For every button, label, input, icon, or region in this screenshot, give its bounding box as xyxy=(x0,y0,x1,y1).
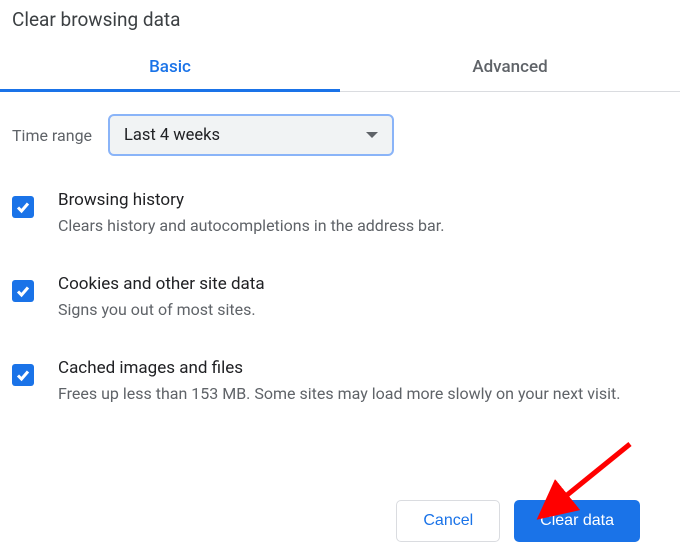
option-description: Frees up less than 153 MB. Some sites ma… xyxy=(58,382,620,406)
tabs: Basic Advanced xyxy=(0,45,680,92)
time-range-label: Time range xyxy=(12,126,92,145)
option-description: Clears history and autocompletions in th… xyxy=(58,214,444,238)
option-cookies: Cookies and other site data Signs you ou… xyxy=(12,274,668,322)
checkbox-browsing-history[interactable] xyxy=(12,196,34,218)
checkbox-cached[interactable] xyxy=(12,364,34,386)
option-title: Cached images and files xyxy=(58,358,620,378)
option-text: Browsing history Clears history and auto… xyxy=(58,190,444,238)
option-title: Cookies and other site data xyxy=(58,274,265,294)
option-text: Cookies and other site data Signs you ou… xyxy=(58,274,265,322)
cancel-button[interactable]: Cancel xyxy=(396,500,500,542)
checkmark-icon xyxy=(15,283,31,299)
chevron-down-icon xyxy=(366,132,378,138)
option-description: Signs you out of most sites. xyxy=(58,298,265,322)
option-title: Browsing history xyxy=(58,190,444,210)
checkmark-icon xyxy=(15,199,31,215)
dialog-footer: Cancel Clear data xyxy=(396,500,640,542)
dialog-body: Time range Last 4 weeks Browsing history… xyxy=(0,92,680,406)
dialog-title: Clear browsing data xyxy=(0,0,680,45)
option-browsing-history: Browsing history Clears history and auto… xyxy=(12,190,668,238)
time-range-value: Last 4 weeks xyxy=(124,126,220,145)
clear-data-button[interactable]: Clear data xyxy=(514,500,640,542)
option-text: Cached images and files Frees up less th… xyxy=(58,358,620,406)
checkmark-icon xyxy=(15,367,31,383)
time-range-select[interactable]: Last 4 weeks xyxy=(108,114,394,156)
tab-basic[interactable]: Basic xyxy=(0,45,340,91)
time-range-row: Time range Last 4 weeks xyxy=(12,114,668,156)
option-cached: Cached images and files Frees up less th… xyxy=(12,358,668,406)
tab-advanced[interactable]: Advanced xyxy=(340,45,680,91)
checkbox-cookies[interactable] xyxy=(12,280,34,302)
